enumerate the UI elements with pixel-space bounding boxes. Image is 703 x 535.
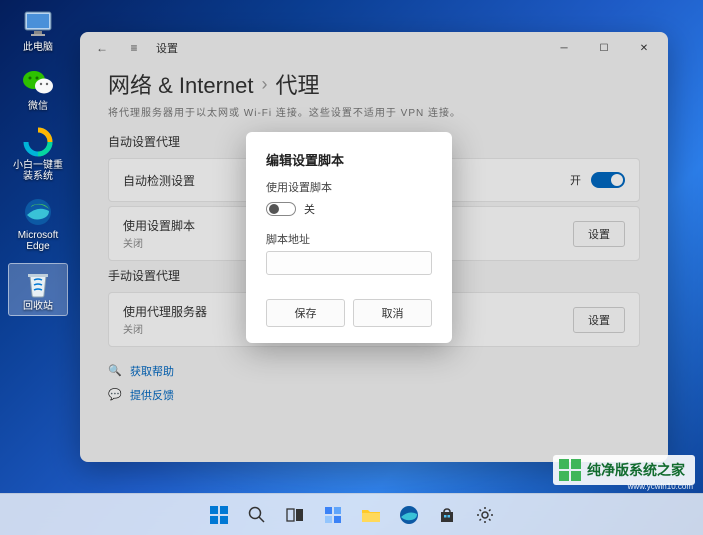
desktop-icon-recycle-bin[interactable]: 回收站 [8, 263, 68, 316]
edge-taskbar-button[interactable] [392, 498, 426, 532]
computer-icon [22, 8, 54, 40]
icon-label: 此电脑 [23, 42, 53, 53]
feedback-link[interactable]: 💬 提供反馈 [108, 387, 640, 403]
widgets-button[interactable] [316, 498, 350, 532]
maximize-button[interactable]: ☐ [584, 34, 624, 62]
breadcrumb-root[interactable]: 网络 & Internet [108, 68, 254, 100]
breadcrumb-current: 代理 [276, 68, 320, 100]
proxy-server-button[interactable]: 设置 [573, 307, 625, 333]
toggle-state-label: 关 [304, 201, 315, 217]
icon-label: Microsoft Edge [11, 230, 65, 252]
desktop-icon-edge[interactable]: Microsoft Edge [8, 193, 68, 255]
watermark-logo-icon [559, 459, 581, 481]
toggle-auto-detect[interactable] [591, 172, 625, 188]
dialog-title: 编辑设置脚本 [266, 150, 432, 169]
start-button[interactable] [202, 498, 236, 532]
feedback-icon: 💬 [108, 388, 122, 402]
icon-label: 回收站 [23, 301, 53, 312]
edge-icon [22, 196, 54, 228]
settings-taskbar-button[interactable] [468, 498, 502, 532]
wechat-icon [22, 67, 54, 99]
help-icon: 🔍 [108, 364, 122, 378]
script-address-label: 脚本地址 [266, 231, 432, 247]
desktop-icon-wechat[interactable]: 微信 [8, 64, 68, 115]
edit-script-dialog: 编辑设置脚本 使用设置脚本 关 脚本地址 保存 取消 [246, 132, 452, 343]
desktop-icons-column: 此电脑 微信 小白一键重装系统 Microsoft Edge 回收站 [8, 5, 68, 316]
menu-button[interactable]: ≡ [124, 38, 144, 58]
get-help-link[interactable]: 🔍 获取帮助 [108, 363, 640, 379]
search-button[interactable] [240, 498, 274, 532]
watermark-url: www.ycwin10.com [628, 482, 693, 491]
chevron-right-icon: › [262, 74, 268, 95]
desktop-icon-reinstall[interactable]: 小白一键重装系统 [8, 123, 68, 185]
watermark-text: 纯净版系统之家 [587, 460, 685, 480]
toggle-use-script[interactable] [266, 202, 296, 216]
window-title: 设置 [156, 40, 178, 56]
breadcrumb: 网络 & Internet › 代理 [108, 68, 640, 100]
setup-script-button[interactable]: 设置 [573, 221, 625, 247]
taskbar [0, 493, 703, 535]
use-script-label: 使用设置脚本 [266, 179, 432, 195]
store-button[interactable] [430, 498, 464, 532]
icon-label: 微信 [28, 101, 48, 112]
back-button[interactable]: ← [92, 38, 112, 58]
reinstall-icon [22, 126, 54, 158]
explorer-button[interactable] [354, 498, 388, 532]
script-address-input[interactable] [266, 251, 432, 275]
titlebar: ← ≡ 设置 ─ ☐ ✕ [80, 32, 668, 64]
toggle-state-label: 开 [570, 172, 581, 188]
close-button[interactable]: ✕ [624, 34, 664, 62]
icon-label: 小白一键重装系统 [11, 160, 65, 182]
save-button[interactable]: 保存 [266, 299, 345, 327]
page-subtitle: 将代理服务器用于以太网或 Wi-Fi 连接。这些设置不适用于 VPN 连接。 [108, 104, 640, 119]
minimize-button[interactable]: ─ [544, 34, 584, 62]
cancel-button[interactable]: 取消 [353, 299, 432, 327]
watermark: 纯净版系统之家 [553, 455, 695, 485]
recycle-bin-icon [22, 267, 54, 299]
desktop-icon-computer[interactable]: 此电脑 [8, 5, 68, 56]
task-view-button[interactable] [278, 498, 312, 532]
